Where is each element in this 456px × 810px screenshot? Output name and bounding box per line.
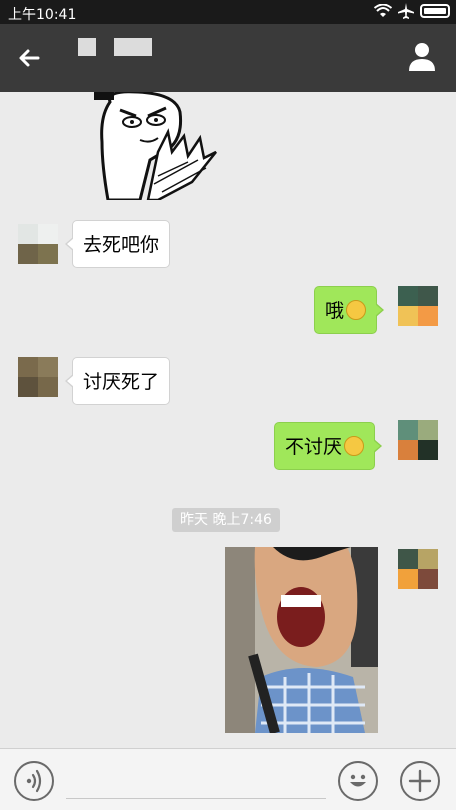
heart-eyes-face-icon [344,435,365,456]
avatar[interactable] [398,286,438,326]
laughing-man-photo[interactable] [225,547,378,733]
voice-input-button[interactable] [14,761,54,801]
airplane-mode-icon [398,3,414,19]
message-timestamp: 昨天 晚上7:46 [172,508,280,532]
avatar[interactable] [398,420,438,460]
frowning-face-icon [346,299,367,320]
avatar[interactable] [398,549,438,589]
message-bubble-outgoing[interactable]: 哦 [314,286,385,334]
message-bubble-outgoing[interactable]: 不讨厌 [274,422,383,470]
status-bar: 上午10:41 [0,0,456,24]
emoji-button[interactable] [338,761,378,801]
message-bubble-incoming[interactable]: 去死吧你 [64,220,171,268]
input-bar [0,748,456,810]
avatar[interactable] [18,357,58,397]
message-text: 哦 [325,300,345,322]
chat-area[interactable]: 去死吧你 哦 讨厌死了 不讨厌 昨天 晚上7:46 [0,92,456,748]
status-time: 上午10:41 [8,7,77,23]
plus-icon [408,769,432,793]
smiley-icon [350,774,366,787]
contact-name-redacted [78,38,152,56]
voice-icon [26,769,42,793]
message-input[interactable] [66,761,326,799]
status-icons [374,3,450,19]
battery-icon [420,4,450,18]
redacted-block [78,38,96,56]
more-options-button[interactable] [400,761,440,801]
message-text: 讨厌死了 [83,371,160,393]
chat-header [0,24,456,92]
wifi-icon [374,4,392,17]
message-text: 去死吧你 [83,234,160,256]
message-text: 不讨厌 [285,436,343,458]
avatar[interactable] [18,224,58,264]
message-bubble-incoming[interactable]: 讨厌死了 [64,357,171,405]
profile-icon[interactable] [406,40,438,72]
redacted-block [114,38,152,56]
rage-comic-meme[interactable] [88,92,228,200]
back-arrow-icon[interactable] [14,42,46,74]
